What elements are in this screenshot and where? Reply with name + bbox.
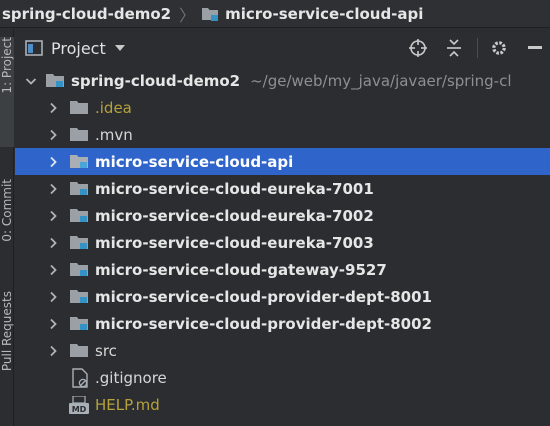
toolbar-divider [477, 38, 478, 58]
folder-icon [70, 128, 88, 141]
collapse-icon [447, 39, 461, 57]
tree-item-gitignore[interactable]: .gitignore [15, 364, 550, 391]
tree-item-label: src [95, 341, 117, 360]
project-panel: Project spring-cloud-demo2 ~/ge/web/my_j… [15, 29, 550, 426]
module-folder-icon [70, 209, 88, 222]
tree-item-label: micro-service-cloud-eureka-7003 [95, 233, 374, 252]
chevron-right-icon[interactable] [47, 264, 59, 276]
chevron-right-icon[interactable] [47, 237, 59, 249]
chevron-right-icon[interactable] [47, 318, 59, 330]
svg-text:MD: MD [72, 405, 87, 414]
tree-item-gateway-9527[interactable]: micro-service-cloud-gateway-9527 [15, 256, 550, 283]
chevron-right-icon[interactable] [47, 210, 59, 222]
panel-header: Project [15, 29, 550, 67]
tool-tab-pull-requests[interactable]: Pull Requests [0, 291, 14, 401]
hide-panel-button[interactable] [520, 33, 550, 63]
module-folder-icon [70, 263, 88, 276]
tree-item-mvn[interactable]: .mvn [15, 121, 550, 148]
locate-button[interactable] [403, 33, 433, 63]
chevron-right-icon[interactable] [47, 102, 59, 114]
module-folder-icon [70, 182, 88, 195]
project-tree: spring-cloud-demo2 ~/ge/web/my_java/javae… [15, 67, 550, 418]
gear-icon [492, 41, 506, 55]
chevron-right-icon[interactable] [47, 291, 59, 303]
tree-item-eureka-7001[interactable]: micro-service-cloud-eureka-7001 [15, 175, 550, 202]
module-folder-icon [70, 236, 88, 249]
tool-window-strip: 1: Project 0: Commit Pull Requests [0, 29, 14, 426]
breadcrumb-item-module[interactable]: micro-service-cloud-api [225, 5, 423, 23]
module-folder-icon [70, 155, 88, 168]
tree-item-label: micro-service-cloud-api [95, 152, 294, 171]
crosshair-icon [409, 39, 427, 57]
tree-root[interactable]: spring-cloud-demo2 ~/ge/web/my_java/javae… [15, 67, 550, 94]
tree-item-idea[interactable]: .idea [15, 94, 550, 121]
minimize-icon [528, 46, 542, 49]
tree-item-label: micro-service-cloud-gateway-9527 [95, 260, 387, 279]
project-window-icon [25, 40, 43, 56]
tool-tab-commit[interactable]: 0: Commit [0, 179, 14, 279]
markdown-file-icon: MD [69, 395, 89, 414]
chevron-right-icon[interactable] [47, 183, 59, 195]
module-folder-icon [70, 290, 88, 303]
tree-item-label: .mvn [95, 125, 133, 144]
chevron-down-icon[interactable] [114, 44, 126, 52]
collapse-all-button[interactable] [439, 33, 469, 63]
breadcrumb-item-project[interactable]: spring-cloud-demo2 [2, 5, 171, 23]
tool-tab-project[interactable]: 1: Project [0, 37, 14, 147]
chevron-right-icon[interactable] [47, 345, 59, 357]
tree-item-help-md[interactable]: MD HELP.md [15, 391, 550, 418]
settings-button[interactable] [484, 33, 514, 63]
folder-icon [70, 344, 88, 357]
tool-tab-pull-requests-label: Pull Requests [0, 291, 14, 372]
tree-root-label: spring-cloud-demo2 ~/ge/web/my_java/javae… [71, 72, 511, 90]
tree-item-label: micro-service-cloud-provider-dept-8001 [95, 287, 432, 306]
panel-toolbar [397, 29, 550, 67]
root-name: spring-cloud-demo2 [71, 71, 241, 90]
tree-item-eureka-7003[interactable]: micro-service-cloud-eureka-7003 [15, 229, 550, 256]
tree-item-cloud-api[interactable]: micro-service-cloud-api [15, 148, 550, 175]
tool-tab-commit-label: 0: Commit [0, 179, 14, 242]
tree-item-label: HELP.md [95, 395, 160, 414]
tree-item-src[interactable]: src [15, 337, 550, 364]
chevron-right-icon[interactable] [47, 129, 59, 141]
tree-item-eureka-7002[interactable]: micro-service-cloud-eureka-7002 [15, 202, 550, 229]
breadcrumb: spring-cloud-demo2 〉 micro-service-cloud… [0, 0, 550, 28]
tree-item-label: .gitignore [95, 368, 167, 387]
root-path: ~/ge/web/my_java/javaer/spring-cl [250, 71, 512, 90]
tree-item-label: micro-service-cloud-eureka-7002 [95, 206, 374, 225]
breadcrumb-separator: 〉 [179, 5, 196, 25]
tree-item-provider-dept-8001[interactable]: micro-service-cloud-provider-dept-8001 [15, 283, 550, 310]
tree-item-provider-dept-8002[interactable]: micro-service-cloud-provider-dept-8002 [15, 310, 550, 337]
module-folder-icon [202, 7, 219, 21]
module-folder-icon [46, 74, 64, 87]
tree-item-label: micro-service-cloud-provider-dept-8002 [95, 314, 432, 333]
ignore-file-icon [72, 367, 88, 388]
panel-title[interactable]: Project [51, 39, 106, 58]
tool-tab-project-label: 1: Project [0, 37, 14, 94]
tree-item-label: .idea [95, 98, 132, 117]
folder-icon [70, 101, 88, 114]
chevron-down-icon[interactable] [25, 75, 37, 87]
module-folder-icon [70, 317, 88, 330]
tree-item-label: micro-service-cloud-eureka-7001 [95, 179, 374, 198]
ide-window: spring-cloud-demo2 〉 micro-service-cloud… [0, 0, 550, 426]
chevron-right-icon[interactable] [47, 156, 59, 168]
